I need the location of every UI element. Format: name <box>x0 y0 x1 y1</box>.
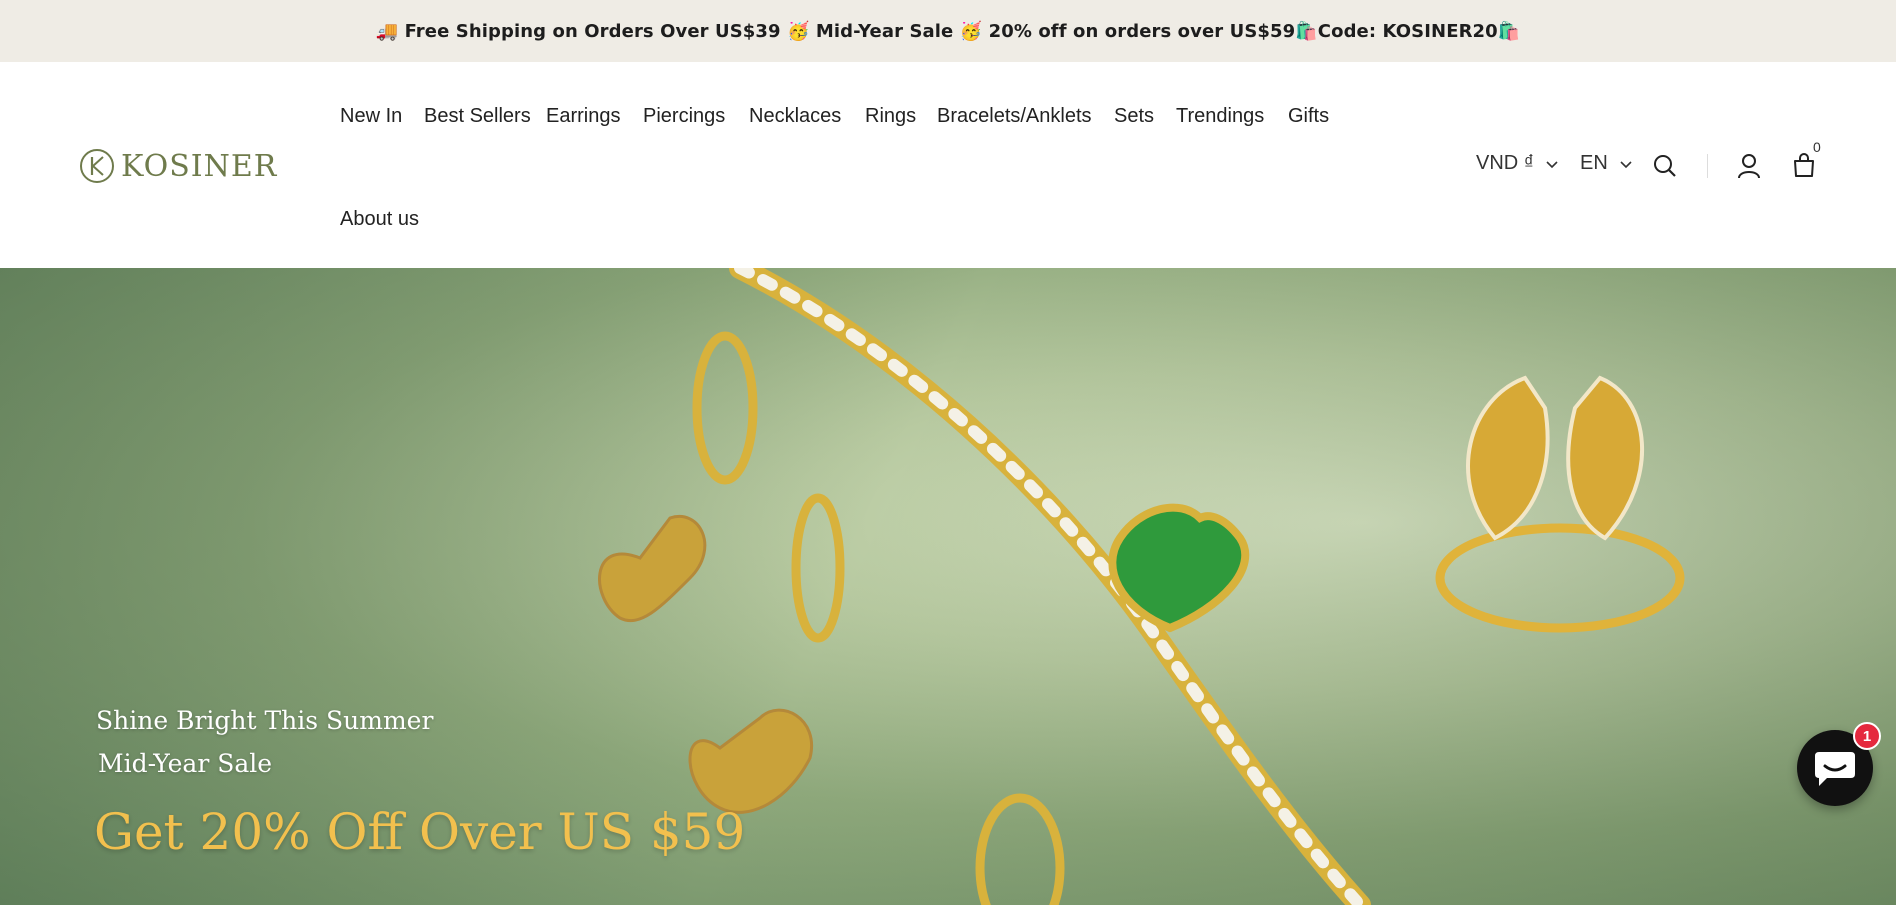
nav-item-piercings[interactable]: Piercings <box>643 105 725 128</box>
currency-selector[interactable]: VND ₫ <box>1476 152 1558 175</box>
cart-count-badge: 0 <box>1813 139 1821 155</box>
nav-item-bracelets-anklets[interactable]: Bracelets/Anklets <box>937 105 1092 128</box>
nav-item-necklaces[interactable]: Necklaces <box>749 105 841 128</box>
brand-logo[interactable]: KOSINER <box>79 148 277 184</box>
nav-item-earrings[interactable]: Earrings <box>546 105 620 128</box>
search-icon <box>1654 155 1676 177</box>
hero-sale-label: Mid-Year Sale <box>98 749 273 778</box>
header-divider <box>1707 154 1708 178</box>
nav-item-trendings[interactable]: Trendings <box>1176 105 1264 128</box>
logo-text: KOSINER <box>121 148 278 184</box>
nav-item-best-sellers[interactable]: Best Sellers <box>424 105 531 128</box>
logo-mark-icon <box>80 149 114 183</box>
nav-item-new-in[interactable]: New In <box>340 105 402 128</box>
announcement-bar: 🚚 Free Shipping on Orders Over US$39 🥳 M… <box>0 0 1896 62</box>
account-icon <box>1738 154 1760 179</box>
currency-label: VND ₫ <box>1476 152 1535 174</box>
hero-subtitle: Shine Bright This Summer <box>96 706 434 735</box>
chevron-down-icon <box>1546 160 1558 168</box>
nav-item-rings[interactable]: Rings <box>865 105 916 128</box>
chat-notification-badge: 1 <box>1853 722 1881 750</box>
announcement-text: 🚚 Free Shipping on Orders Over US$39 🥳 M… <box>375 20 1521 42</box>
chevron-down-icon <box>1620 160 1632 168</box>
nav-item-gifts[interactable]: Gifts <box>1288 105 1329 128</box>
nav-item-about-us[interactable]: About us <box>340 208 419 231</box>
hero-title: Get 20% Off Over US $59 <box>94 803 746 861</box>
chat-icon <box>1815 752 1855 786</box>
language-selector[interactable]: EN <box>1580 152 1632 175</box>
search-button[interactable] <box>1652 153 1678 179</box>
nav-item-sets[interactable]: Sets <box>1114 105 1154 128</box>
cart-button[interactable] <box>1791 151 1817 179</box>
account-button[interactable] <box>1736 152 1762 180</box>
cart-icon <box>1794 153 1814 177</box>
language-label: EN <box>1580 152 1608 174</box>
